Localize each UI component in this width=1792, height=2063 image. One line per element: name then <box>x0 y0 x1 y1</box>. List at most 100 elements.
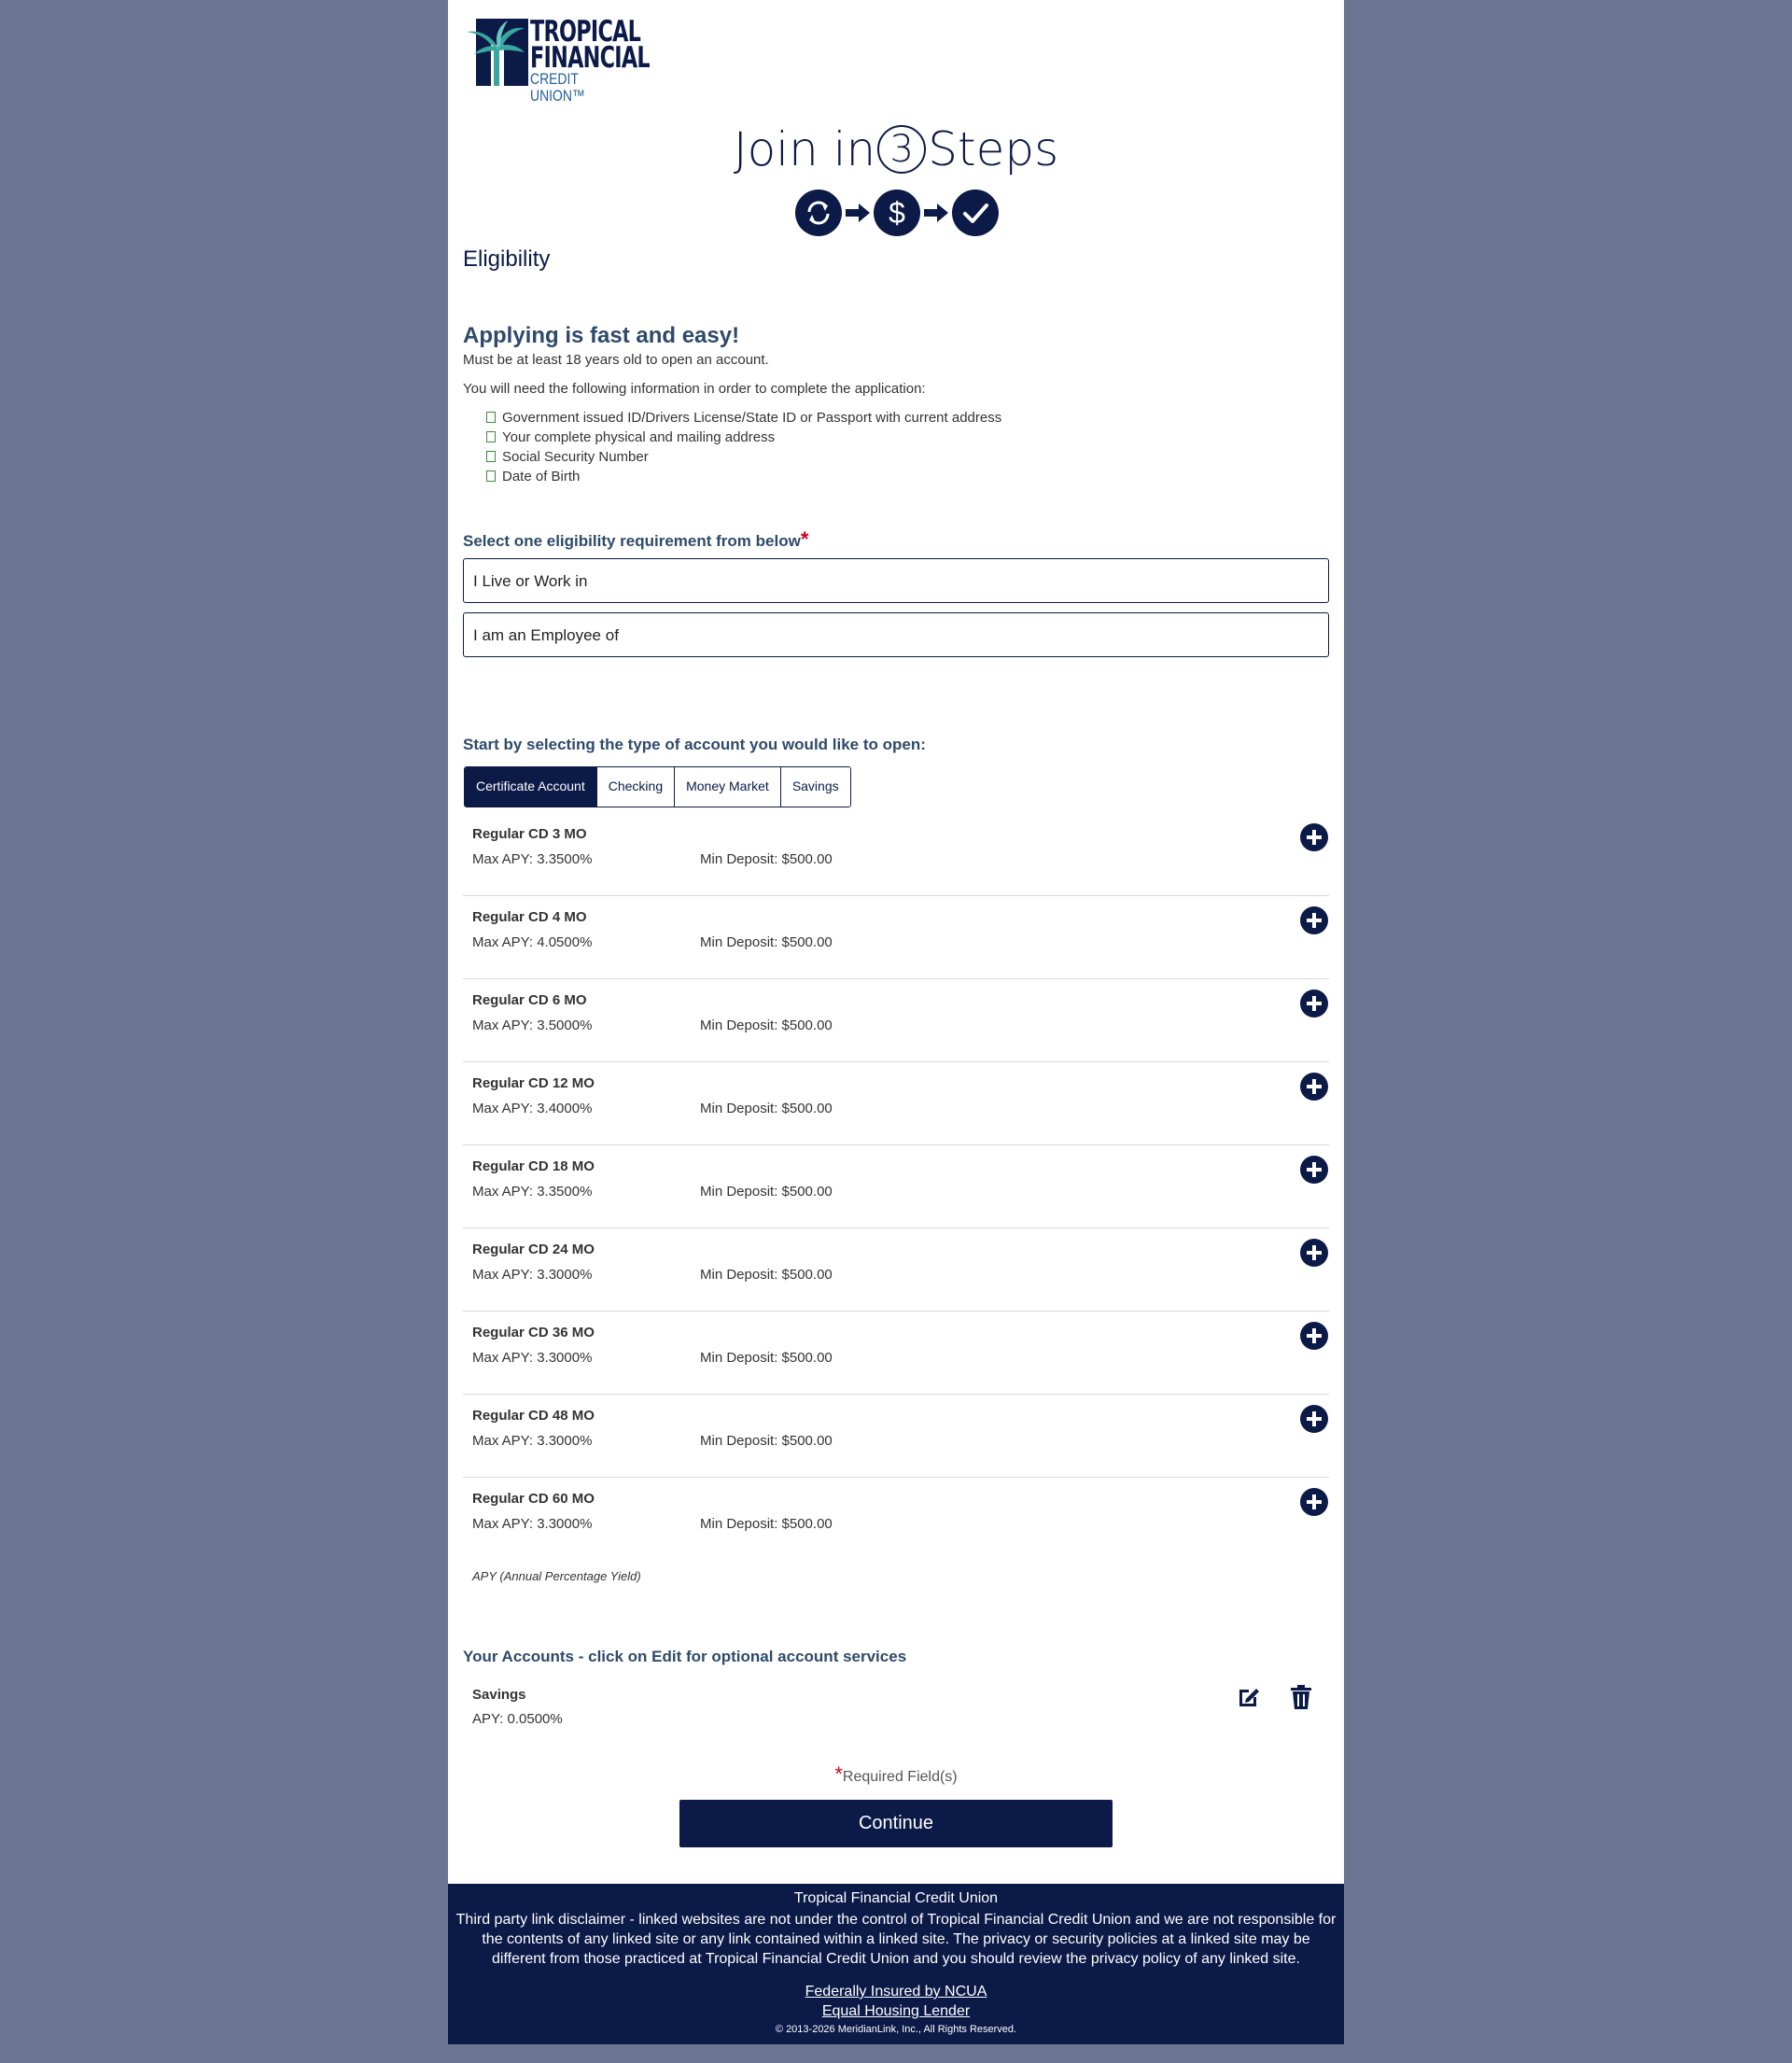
add-product-plus-icon[interactable] <box>1299 1072 1329 1102</box>
product-row: Regular CD 60 MO Max APY: 3.3000% Min De… <box>463 1478 1329 1560</box>
checkbox-icon <box>486 451 496 462</box>
product-name: Regular CD 18 MO <box>472 1158 595 1174</box>
product-row: Regular CD 24 MO Max APY: 3.3000% Min De… <box>463 1228 1329 1312</box>
age-requirement-text: Must be at least 18 years old to open an… <box>463 352 769 368</box>
logo: TROPICAL FINANCIAL CREDIT UNION™ <box>463 17 651 105</box>
requirement-text: Social Security Number <box>502 449 649 465</box>
eligibility-select-label-text: Select one eligibility requirement from … <box>463 532 801 550</box>
product-min-deposit: Min Deposit: $500.00 <box>700 1101 833 1116</box>
product-apy: Max APY: 4.0500% <box>472 934 593 950</box>
product-name: Regular CD 6 MO <box>472 992 587 1008</box>
checkbox-icon <box>486 431 496 442</box>
tab-savings[interactable]: Savings <box>780 767 850 807</box>
join-title-number: 3 <box>877 125 927 174</box>
info-intro-text: You will need the following information … <box>463 381 926 397</box>
add-product-plus-icon[interactable] <box>1299 822 1329 852</box>
list-item: Social Security Number <box>486 447 1001 467</box>
arrow-right-icon <box>846 203 870 222</box>
palm-tree-logo-icon <box>467 19 528 86</box>
product-name: Regular CD 12 MO <box>472 1075 595 1091</box>
eligibility-heading: Eligibility <box>463 246 551 272</box>
product-row: Regular CD 48 MO Max APY: 3.3000% Min De… <box>463 1395 1329 1478</box>
account-type-tabs: Certificate Account Checking Money Marke… <box>464 766 851 807</box>
add-product-plus-icon[interactable] <box>1299 1238 1329 1268</box>
check-icon <box>952 189 999 236</box>
requirements-list: Government issued ID/Drivers License/Sta… <box>486 408 1001 486</box>
add-product-plus-icon[interactable] <box>1299 1487 1329 1517</box>
checkbox-icon <box>486 470 496 482</box>
product-apy: Max APY: 3.3500% <box>472 851 593 867</box>
add-product-plus-icon[interactable] <box>1299 1321 1329 1351</box>
product-row: Regular CD 3 MO Max APY: 3.3500% Min Dep… <box>463 813 1329 896</box>
product-row: Regular CD 36 MO Max APY: 3.3000% Min De… <box>463 1312 1329 1395</box>
equal-housing-link[interactable]: Equal Housing Lender <box>448 2003 1344 2020</box>
requirement-text: Government issued ID/Drivers License/Sta… <box>502 410 1002 426</box>
svg-text:$: $ <box>889 196 905 230</box>
steps-indicator: $ <box>795 189 1001 236</box>
required-star: * <box>800 527 809 551</box>
product-name: Regular CD 24 MO <box>472 1242 595 1257</box>
selected-account-name: Savings <box>472 1687 526 1703</box>
eligibility-option-live-or-work[interactable]: I Live or Work in <box>463 558 1329 603</box>
list-item: Date of Birth <box>486 467 1001 486</box>
product-row: Regular CD 18 MO Max APY: 3.3500% Min De… <box>463 1145 1329 1228</box>
requirement-text: Date of Birth <box>502 469 581 484</box>
product-row: Regular CD 4 MO Max APY: 4.0500% Min Dep… <box>463 896 1329 979</box>
application-page: TROPICAL FINANCIAL CREDIT UNION™ Join in… <box>448 0 1344 2044</box>
product-min-deposit: Min Deposit: $500.00 <box>700 1184 833 1200</box>
add-product-plus-icon[interactable] <box>1299 1155 1329 1185</box>
refresh-icon <box>795 189 842 236</box>
tab-checking[interactable]: Checking <box>596 767 676 807</box>
product-min-deposit: Min Deposit: $500.00 <box>700 934 833 950</box>
footer: Tropical Financial Credit Union Third pa… <box>448 1884 1344 2044</box>
product-apy: Max APY: 3.5000% <box>472 1017 593 1033</box>
continue-button[interactable]: Continue <box>679 1800 1113 1847</box>
trash-icon[interactable] <box>1289 1684 1313 1710</box>
product-row: Regular CD 6 MO Max APY: 3.5000% Min Dep… <box>463 979 1329 1062</box>
dollar-icon: $ <box>874 189 920 236</box>
list-item: Your complete physical and mailing addre… <box>486 428 1001 447</box>
applying-fast-heading: Applying is fast and easy! <box>463 323 740 348</box>
product-apy: Max APY: 3.3000% <box>472 1350 593 1366</box>
product-min-deposit: Min Deposit: $500.00 <box>700 1433 833 1449</box>
product-apy: Max APY: 3.3000% <box>472 1516 593 1532</box>
product-apy: Max APY: 3.3000% <box>472 1267 593 1283</box>
apy-footnote: APY (Annual Percentage Yield) <box>472 1569 641 1583</box>
selected-account-apy: APY: 0.0500% <box>472 1711 563 1727</box>
ncua-link[interactable]: Federally Insured by NCUA <box>448 1984 1344 2000</box>
requirement-text: Your complete physical and mailing addre… <box>502 429 776 445</box>
product-apy: Max APY: 3.3500% <box>472 1184 593 1200</box>
join-title-before: Join in <box>733 122 876 176</box>
join-in-3-steps-title: Join in 3 Steps <box>448 121 1344 177</box>
tab-certificate-account[interactable]: Certificate Account <box>465 767 597 807</box>
product-min-deposit: Min Deposit: $500.00 <box>700 1350 833 1366</box>
product-name: Regular CD 36 MO <box>472 1325 595 1340</box>
logo-line-3: CREDIT UNION™ <box>530 70 585 105</box>
logo-line-2: FINANCIAL <box>530 41 651 75</box>
product-name: Regular CD 48 MO <box>472 1408 595 1424</box>
product-name: Regular CD 3 MO <box>472 826 587 842</box>
required-star: * <box>834 1762 843 1786</box>
required-fields-text: Required Field(s) <box>842 1769 958 1785</box>
product-list: Regular CD 3 MO Max APY: 3.3500% Min Dep… <box>463 813 1329 1560</box>
join-title-after: Steps <box>928 122 1059 176</box>
add-product-plus-icon[interactable] <box>1299 1404 1329 1434</box>
account-type-select-label: Start by selecting the type of account y… <box>463 736 926 753</box>
product-min-deposit: Min Deposit: $500.00 <box>700 1516 833 1532</box>
add-product-plus-icon[interactable] <box>1299 989 1329 1018</box>
product-apy: Max APY: 3.3000% <box>472 1433 593 1449</box>
required-fields-note: *Required Field(s) <box>448 1762 1344 1787</box>
footer-copyright: © 2013-2026 MeridianLink, Inc., All Righ… <box>775 2024 1017 2035</box>
product-row: Regular CD 12 MO Max APY: 3.4000% Min De… <box>463 1062 1329 1145</box>
product-apy: Max APY: 3.4000% <box>472 1101 593 1116</box>
product-min-deposit: Min Deposit: $500.00 <box>700 1017 833 1033</box>
add-product-plus-icon[interactable] <box>1299 905 1329 935</box>
product-min-deposit: Min Deposit: $500.00 <box>700 1267 833 1283</box>
edit-icon[interactable] <box>1236 1684 1262 1710</box>
list-item: Government issued ID/Drivers License/Sta… <box>486 408 1001 428</box>
product-min-deposit: Min Deposit: $500.00 <box>700 851 833 867</box>
your-accounts-heading: Your Accounts - click on Edit for option… <box>463 1648 907 1665</box>
footer-disclaimer: Third party link disclaimer - linked web… <box>455 1912 1337 1967</box>
eligibility-option-employee[interactable]: I am an Employee of <box>463 612 1329 657</box>
tab-money-market[interactable]: Money Market <box>675 767 781 807</box>
